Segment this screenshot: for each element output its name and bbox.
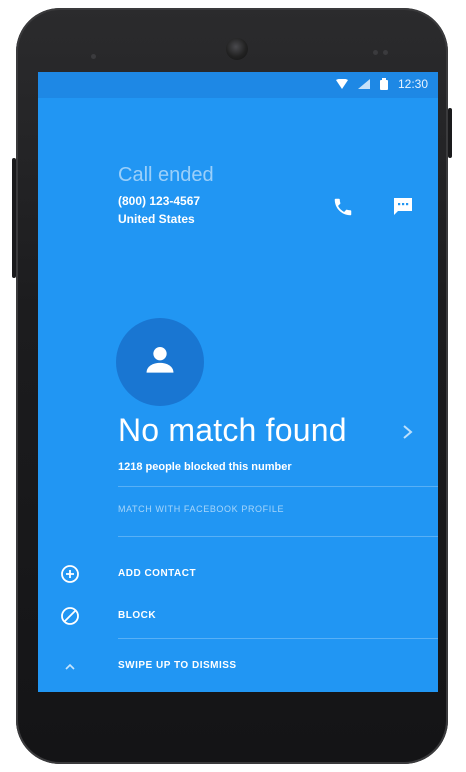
- battery-icon: [379, 78, 388, 90]
- plus-circle-icon: [60, 564, 80, 584]
- divider: [118, 486, 438, 487]
- sensor-dot: [383, 50, 388, 55]
- block-button[interactable]: BLOCK: [38, 600, 438, 632]
- status-icons: 12:30: [335, 77, 428, 91]
- call-status: Call ended: [118, 164, 214, 186]
- divider: [118, 638, 438, 639]
- block-icon: [60, 606, 80, 626]
- status-bar: 12:30: [38, 72, 438, 98]
- phone-icon: [332, 196, 354, 223]
- match-facebook-link[interactable]: MATCH WITH FACEBOOK PROFILE: [118, 504, 284, 514]
- blocked-count-text: 1218 people blocked this number: [118, 461, 292, 473]
- block-label: BLOCK: [118, 610, 157, 621]
- caller-number: (800) 123-4567: [118, 194, 201, 208]
- call-back-button[interactable]: [328, 194, 358, 224]
- front-camera: [226, 38, 248, 60]
- add-contact-label: ADD CONTACT: [118, 568, 197, 579]
- chevron-up-icon: [60, 656, 80, 676]
- volume-button: [12, 158, 16, 278]
- avatar: [116, 318, 204, 406]
- swipe-dismiss-handle[interactable]: SWIPE UP TO DISMISS: [38, 650, 438, 682]
- power-button: [448, 108, 452, 158]
- divider: [118, 536, 438, 537]
- caller-id-title: No match found: [118, 412, 347, 448]
- wifi-icon: [335, 79, 348, 89]
- signal-icon: [357, 79, 370, 89]
- message-icon: [391, 195, 415, 224]
- status-time: 12:30: [397, 77, 428, 91]
- add-contact-button[interactable]: ADD CONTACT: [38, 558, 438, 590]
- screen: 12:30 Call ended (800) 123-4567 United S…: [38, 72, 438, 692]
- send-message-button[interactable]: [388, 194, 418, 224]
- swipe-dismiss-label: SWIPE UP TO DISMISS: [118, 660, 237, 671]
- sensor-dot: [91, 54, 96, 59]
- person-icon: [141, 341, 179, 384]
- chevron-right-icon[interactable]: [400, 422, 416, 442]
- caller-location: United States: [118, 212, 195, 226]
- sensor-dot: [373, 50, 378, 55]
